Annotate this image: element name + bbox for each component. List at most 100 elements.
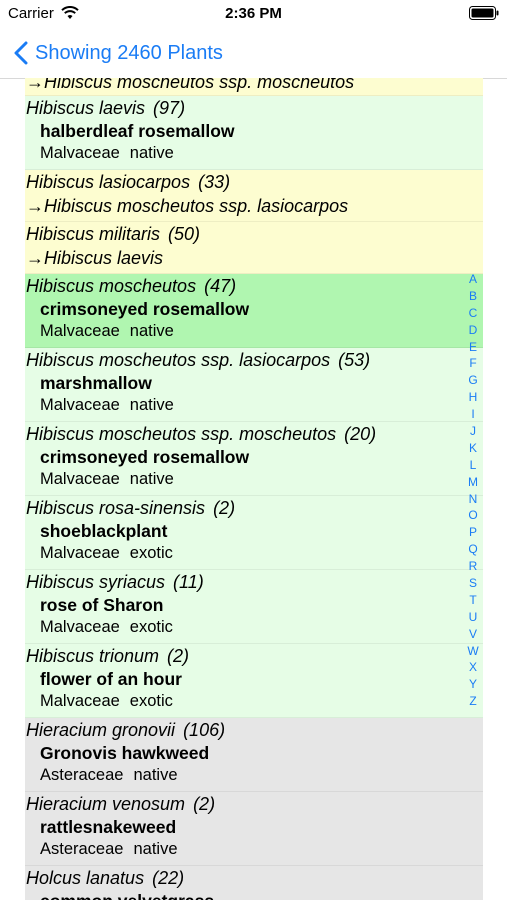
index-letter[interactable]: R: [469, 558, 478, 575]
scientific-name: Holcus lanatus (22): [26, 866, 483, 890]
index-letter[interactable]: U: [469, 609, 478, 626]
observation-count: (47): [204, 276, 237, 296]
family-name: Malvaceae: [40, 544, 120, 562]
family-line: Malvaceae native: [26, 142, 483, 164]
section-index[interactable]: ABCDEFGHIJKLMNOPQRSTUVWXYZ: [464, 271, 482, 710]
index-letter[interactable]: V: [469, 626, 477, 643]
common-name: Gronovis hawkweed: [40, 743, 210, 763]
common-name: marshmallow: [40, 373, 152, 393]
scientific-name-text: Hibiscus syriacus: [26, 572, 166, 592]
list-item[interactable]: Hibiscus moscheutos ssp. moscheutos (20) c…: [25, 422, 483, 496]
list-item[interactable]: Hieracium gronovii (106) Gronovis hawkweed…: [25, 718, 483, 792]
list-item[interactable]: Hibiscus militaris (50) →Hibiscus laevis: [25, 222, 483, 274]
index-letter[interactable]: Q: [468, 541, 477, 558]
index-letter[interactable]: Z: [469, 693, 476, 710]
observation-count: (33): [198, 172, 231, 192]
family-name: Asteraceae: [40, 840, 124, 858]
family-line: Malvaceae native: [26, 468, 483, 490]
scientific-name: Hibiscus lasiocarpos (33): [26, 170, 483, 194]
common-name: crimsoneyed rosemallow: [40, 447, 250, 467]
list-item[interactable]: Hibiscus trionum (2) flower of an hour Malv…: [25, 644, 483, 718]
scientific-name-text: Hibiscus militaris: [26, 224, 161, 244]
scientific-name: Hibiscus syriacus (11): [26, 570, 483, 594]
list-item[interactable]: Hieracium venosum (2) rattlesnakeweed Aster…: [25, 792, 483, 866]
index-letter[interactable]: D: [469, 322, 478, 339]
synonym-redirect: →Hibiscus laevis: [26, 248, 164, 268]
scientific-name-text: Hibiscus lasiocarpos: [26, 172, 191, 192]
index-letter[interactable]: K: [469, 440, 477, 457]
status-bar: Carrier 2:36 PM: [0, 0, 507, 28]
list-item[interactable]: Hibiscus lasiocarpos (33) →Hibiscus mosche…: [25, 170, 483, 222]
scientific-name-text: Hieracium gronovii: [26, 720, 176, 740]
observation-count: (20): [344, 424, 377, 444]
family-line: Malvaceae native: [26, 320, 483, 342]
index-letter[interactable]: F: [469, 355, 476, 372]
index-letter[interactable]: S: [469, 575, 477, 592]
list-item[interactable]: Hibiscus laevis (97) halberdleaf rosemallo…: [25, 96, 483, 170]
origin-status: native: [129, 396, 174, 414]
index-letter[interactable]: P: [469, 524, 477, 541]
origin-status: exotic: [129, 692, 173, 710]
index-letter[interactable]: A: [469, 271, 477, 288]
common-name: common velvetgrass: [26, 890, 483, 900]
scientific-name-text: Hibiscus moscheutos ssp. lasiocarpos: [26, 350, 331, 370]
common-name: rattlesnakeweed: [40, 817, 177, 837]
index-letter[interactable]: G: [468, 372, 477, 389]
family-line: Malvaceae exotic: [26, 690, 483, 712]
index-letter[interactable]: M: [468, 474, 478, 491]
family-name: Malvaceae: [40, 396, 120, 414]
list-items: Hibiscus laevis (97) halberdleaf rosemallo…: [25, 96, 483, 900]
back-button[interactable]: Showing 2460 Plants: [14, 38, 223, 68]
index-letter[interactable]: E: [469, 339, 477, 356]
origin-status: native: [133, 840, 178, 858]
scientific-name: Hibiscus militaris (50): [26, 222, 483, 246]
index-letter[interactable]: H: [469, 389, 478, 406]
family-line: Malvaceae exotic: [26, 616, 483, 638]
index-letter[interactable]: Y: [469, 676, 477, 693]
family-line: Asteraceae native: [26, 764, 483, 786]
list-item[interactable]: Hibiscus syriacus (11) rose of Sharon Malva…: [25, 570, 483, 644]
list-item[interactable]: Hibiscus rosa-sinensis (2) shoeblackplant M…: [25, 496, 483, 570]
scientific-name-text: Holcus lanatus: [26, 868, 145, 888]
scientific-name-text: Hibiscus laevis: [26, 98, 146, 118]
plant-list[interactable]: →Hibiscus moscheutos ssp. moscheutos Hib…: [25, 78, 483, 900]
scientific-name-text: Hibiscus trionum: [26, 646, 160, 666]
navigation-bar: Showing 2460 Plants: [0, 28, 507, 79]
common-name: rose of Sharon: [40, 595, 164, 615]
index-letter[interactable]: T: [469, 592, 476, 609]
common-name: halberdleaf rosemallow: [40, 121, 235, 141]
index-letter[interactable]: W: [467, 643, 478, 660]
origin-status: exotic: [129, 544, 173, 562]
chevron-left-icon: [14, 41, 28, 65]
index-letter[interactable]: L: [470, 457, 477, 474]
scientific-name: Hibiscus trionum (2): [26, 644, 483, 668]
redirect-text: →Hibiscus moscheutos ssp. moscheutos: [26, 78, 355, 92]
index-letter[interactable]: B: [469, 288, 477, 305]
list-item[interactable]: Holcus lanatus(22)common velvetgrassPoac…: [25, 866, 483, 900]
back-button-label: Showing 2460 Plants: [35, 41, 223, 64]
origin-status: native: [129, 470, 174, 488]
observation-count: (97): [153, 98, 186, 118]
family-name: Asteraceae: [40, 766, 124, 784]
scientific-name: Hibiscus moscheutos ssp. moscheutos (20): [26, 422, 483, 446]
index-letter[interactable]: X: [469, 659, 477, 676]
scientific-name-text: Hibiscus moscheutos: [26, 276, 197, 296]
index-letter[interactable]: J: [470, 423, 476, 440]
observation-count: (106): [183, 720, 226, 740]
synonym-redirect: →Hibiscus moscheutos ssp. lasiocarpos: [26, 196, 349, 216]
index-letter[interactable]: C: [469, 305, 478, 322]
origin-status: exotic: [129, 618, 173, 636]
list-item[interactable]: Hibiscus moscheutos ssp. lasiocarpos (53)…: [25, 348, 483, 422]
common-name: shoeblackplant: [40, 521, 168, 541]
origin-status: native: [129, 144, 174, 162]
scientific-name-text: Hibiscus rosa-sinensis: [26, 498, 206, 518]
observation-count: (2): [193, 794, 216, 814]
list-item-partial[interactable]: →Hibiscus moscheutos ssp. moscheutos: [25, 78, 483, 96]
index-letter[interactable]: N: [469, 491, 478, 508]
observation-count: (2): [167, 646, 190, 666]
index-letter[interactable]: I: [471, 406, 474, 423]
family-name: Malvaceae: [40, 692, 120, 710]
index-letter[interactable]: O: [468, 507, 477, 524]
list-item[interactable]: Hibiscus moscheutos (47) crimsoneyed rosem…: [25, 274, 483, 348]
family-name: Malvaceae: [40, 470, 120, 488]
